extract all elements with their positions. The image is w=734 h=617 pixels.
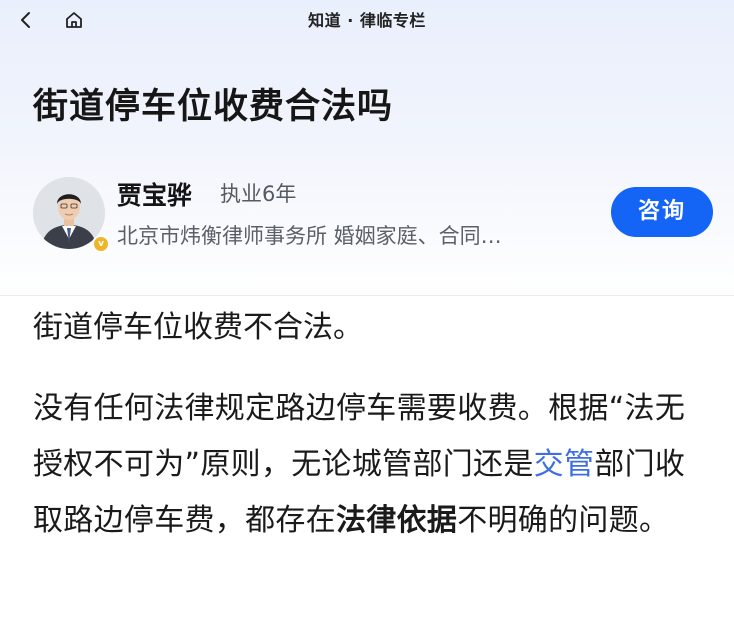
paragraph-summary: 街道停车位收费不合法。: [33, 310, 363, 345]
author-organization: 北京市炜衡律师事务所 婚姻家庭、合同…: [117, 224, 502, 248]
author-experience: 执业6年: [220, 182, 297, 206]
paragraph-text: 不明确的问题。: [457, 503, 670, 538]
divider: [0, 295, 734, 296]
author-name[interactable]: 贾宝骅: [117, 176, 192, 212]
navbar: 知道 · 律临专栏: [0, 0, 734, 40]
bold-keyword: 法律依据: [336, 503, 458, 538]
consult-button[interactable]: 咨询: [611, 187, 713, 237]
article-body: 街道停车位收费不合法。 没有任何法律规定路边停车需要收费。根据“法无授权不可为”…: [33, 300, 713, 549]
verified-badge-icon: v: [92, 235, 110, 253]
author-card: v 贾宝骅 执业6年 北京市炜衡律师事务所 婚姻家庭、合同… 咨询: [0, 172, 734, 262]
nav-title: 知道 · 律临专栏: [308, 11, 426, 30]
paragraph-detail: 没有任何法律规定路边停车需要收费。根据“法无授权不可为”原则，无论城管部门还是交…: [33, 381, 713, 549]
page-title: 街道停车位收费合法吗: [33, 87, 394, 127]
link-jiaoguan[interactable]: 交管: [534, 447, 595, 482]
